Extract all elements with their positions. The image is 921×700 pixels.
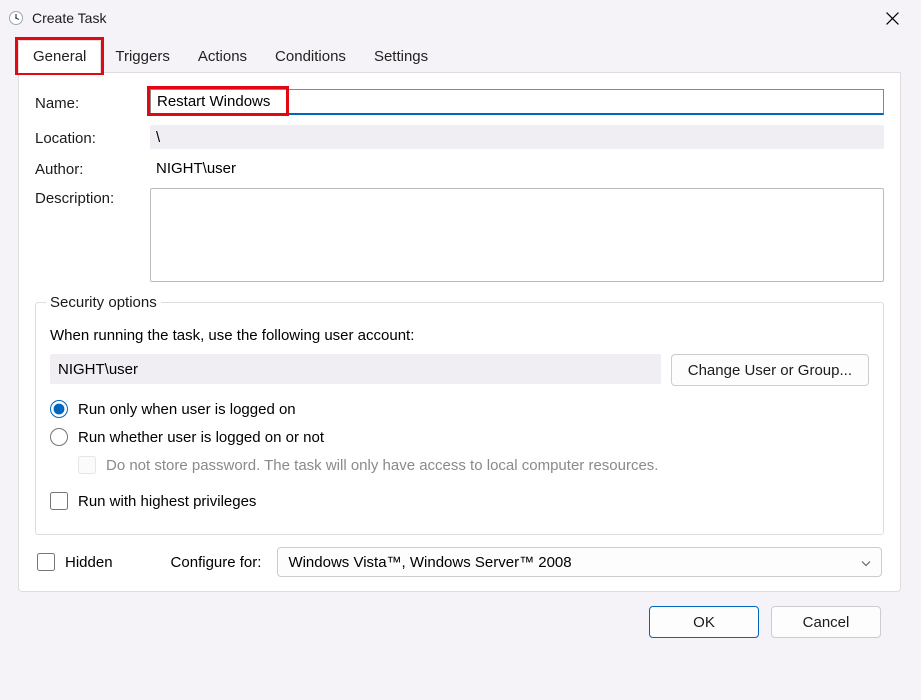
name-label: Name: [35,93,150,112]
tab-bar: General Triggers Actions Conditions Sett… [18,40,901,73]
checkbox-highest-privileges-input[interactable] [50,492,68,510]
security-prompt: When running the task, use the following… [50,327,869,344]
change-user-button[interactable]: Change User or Group... [671,354,869,386]
location-label: Location: [35,128,150,147]
checkbox-highest-privileges-label: Run with highest privileges [78,493,256,510]
close-icon [886,12,899,25]
checkbox-no-store-password: Do not store password. The task will onl… [78,456,869,474]
checkbox-no-store-password-label: Do not store password. The task will onl… [106,457,658,474]
security-options-group: Security options When running the task, … [35,294,884,535]
tab-triggers[interactable]: Triggers [101,40,183,72]
titlebar: Create Task [0,0,921,36]
highlight-general-tab: General [15,37,104,75]
cancel-button[interactable]: Cancel [771,606,881,638]
radio-run-logged-on-input[interactable] [50,400,68,418]
author-value: NIGHT\user [150,160,884,177]
author-label: Author: [35,159,150,178]
checkbox-highest-privileges[interactable]: Run with highest privileges [50,492,869,510]
description-label: Description: [35,188,150,207]
window-title: Create Task [32,10,869,26]
configure-for-dropdown[interactable]: Windows Vista™, Windows Server™ 2008 [277,547,882,577]
name-input[interactable] [150,89,884,115]
description-input[interactable] [150,188,884,282]
ok-button[interactable]: OK [649,606,759,638]
tab-conditions[interactable]: Conditions [261,40,360,72]
configure-for-value: Windows Vista™, Windows Server™ 2008 [288,554,571,571]
tab-actions[interactable]: Actions [184,40,261,72]
radio-run-logged-off[interactable]: Run whether user is logged on or not [50,428,869,446]
checkbox-no-store-password-input [78,456,96,474]
tab-panel-general: Name: Location: \ Author: NIGHT\user Des… [18,73,901,592]
close-button[interactable] [869,2,915,34]
tab-settings[interactable]: Settings [360,40,442,72]
checkbox-hidden-label: Hidden [65,554,113,571]
checkbox-hidden[interactable]: Hidden [37,553,113,571]
configure-for-label: Configure for: [171,554,262,571]
tab-general[interactable]: General [18,40,101,73]
radio-run-logged-on[interactable]: Run only when user is logged on [50,400,869,418]
chevron-down-icon [861,554,871,571]
user-account-display: NIGHT\user [50,354,661,384]
radio-run-logged-off-input[interactable] [50,428,68,446]
task-scheduler-icon [8,10,24,26]
radio-run-logged-off-label: Run whether user is logged on or not [78,429,324,446]
radio-run-logged-on-label: Run only when user is logged on [78,401,296,418]
location-value: \ [150,125,884,149]
checkbox-hidden-input[interactable] [37,553,55,571]
security-options-legend: Security options [46,294,161,311]
